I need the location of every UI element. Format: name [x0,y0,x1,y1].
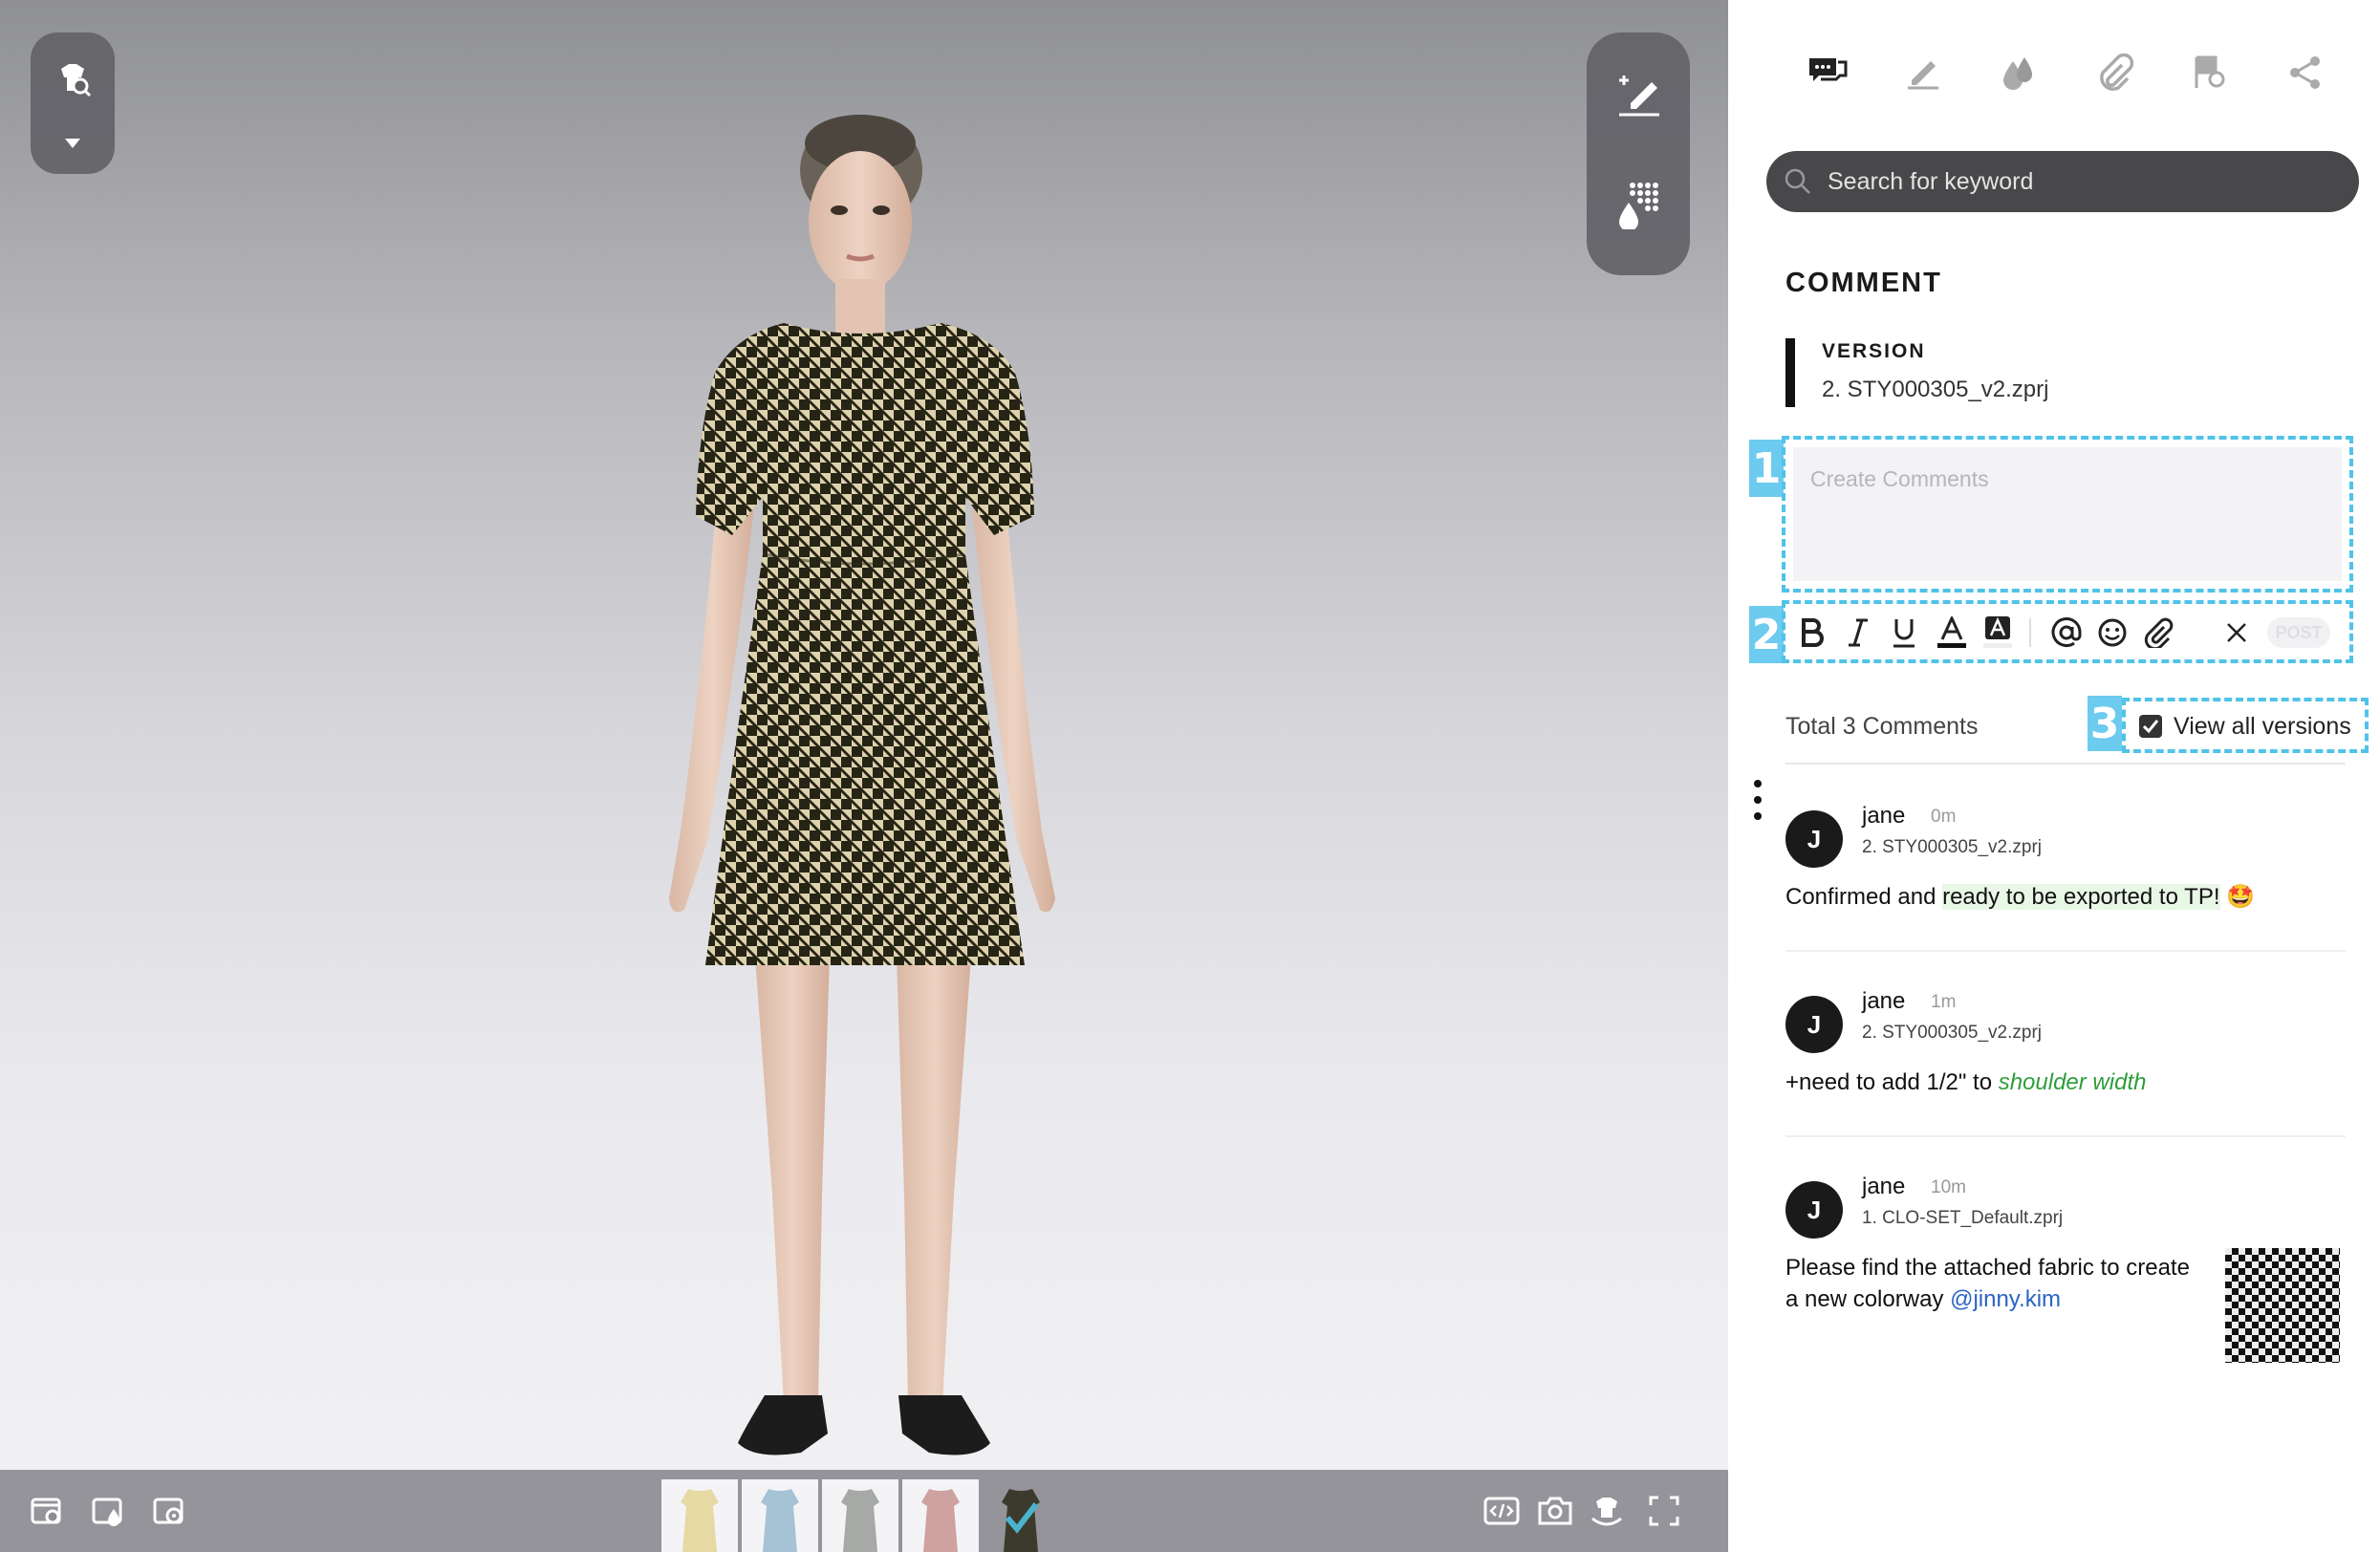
create-comment-input[interactable] [1793,447,2342,581]
colorway-swatch-4[interactable] [902,1479,979,1552]
comment-text: Confirmed and [1785,884,1943,910]
bold-icon[interactable] [1795,614,1829,652]
camera-icon[interactable] [1533,1489,1577,1533]
add-annotation-icon[interactable] [1612,67,1665,120]
fabric-view-icon[interactable] [86,1489,130,1533]
colorway-swatch-1[interactable] [661,1479,738,1552]
colorway-strip [661,1479,1059,1552]
view-all-versions-checkbox[interactable] [2139,715,2162,738]
comment-body: Please find the attached fabric to creat… [1785,1252,2206,1315]
share-icon [2290,56,2320,89]
edit-pen-icon [1908,61,1938,90]
search-icon [1785,168,1810,194]
comment-time: 0m [1931,807,1957,827]
comment-panel: COMMENT VERSION 2. STY000305_v2.zprj 1 2 [1728,0,2380,1552]
version-value: 2. STY000305_v2.zprj [1822,377,2049,402]
comment-item[interactable]: J jane 10m 1. CLO-SET_Default.zprj Pleas… [1785,1174,2349,1374]
turntable-capture-icon[interactable] [1585,1489,1629,1533]
comment-separator [1785,950,2346,952]
list-divider [1785,763,2346,765]
emoji-icon[interactable] [2095,614,2130,652]
underline-icon[interactable] [1887,614,1921,652]
comment-body: +need to add 1/2" to shoulder width [1785,1067,2146,1098]
comment-author: jane [1862,988,1906,1014]
comment-text: +need to add 1/2" to [1785,1069,1999,1095]
comment-version: 2. STY000305_v2.zprj [1862,837,2043,857]
toolbar-divider [2028,614,2032,652]
avatar-figure[interactable] [0,0,1728,1491]
comment-time: 1m [1931,992,1957,1012]
comment-item[interactable]: J jane 0m 2. STY000305_v2.zprj Confirmed… [1785,803,2349,917]
callout-marker-1: 1 [1749,440,1784,497]
colorway-swatch-3[interactable] [822,1479,898,1552]
version-info: VERSION 2. STY000305_v2.zprj [1785,338,2048,407]
tab-attachment[interactable] [2084,42,2145,103]
callout-marker-2: 2 [1749,606,1784,663]
flag-search-icon [2195,55,2225,88]
avatar: J [1785,1181,1843,1239]
tab-flag[interactable] [2179,42,2240,103]
highlight-icon[interactable] [1980,614,2015,652]
avatar-view-icon[interactable] [147,1489,191,1533]
star-struck-emoji-icon: 🤩 [2226,884,2256,910]
more-options-icon[interactable] [1747,778,1768,822]
post-button[interactable]: POST [2267,617,2330,648]
comment-body: Confirmed and ready to be exported to TP… [1785,881,2255,913]
tab-share[interactable] [2275,42,2336,103]
comment-item[interactable]: J jane 1m 2. STY000305_v2.zprj +need to … [1785,988,2349,1103]
tab-edit[interactable] [1893,42,1954,103]
fullscreen-icon[interactable] [1642,1489,1686,1533]
colorway-drops-icon [2003,57,2032,90]
attach-icon[interactable] [2141,614,2175,652]
embed-code-icon[interactable] [1480,1489,1524,1533]
comment-author: jane [1862,1174,1906,1199]
mention-icon[interactable] [2049,614,2084,652]
colorway-swatch-2[interactable] [742,1479,818,1552]
viewer-settings-icon[interactable] [25,1489,69,1533]
fabric-attachment-thumbnail[interactable] [2225,1248,2340,1363]
view-all-versions-toggle[interactable]: View all versions [2122,698,2369,753]
3d-viewer[interactable] [0,0,1728,1552]
clear-icon[interactable] [2219,614,2254,652]
callout-comment-input [1782,436,2353,593]
comment-text: Please find the attached fabric to creat… [1785,1255,2190,1281]
comment-version: 1. CLO-SET_Default.zprj [1862,1208,2064,1228]
comment-author: jane [1862,803,1906,829]
comment-separator [1785,1135,2346,1137]
comment-text: a new colorway [1785,1286,1951,1312]
caret-down-icon[interactable] [59,132,86,155]
tab-comment[interactable] [1797,42,1858,103]
garment-tool-pill [31,32,115,174]
tab-colorway[interactable] [1988,42,2049,103]
search-input[interactable] [1826,166,2342,197]
panel-heading: COMMENT [1785,268,1942,298]
comment-icon [1809,58,1848,81]
version-label: VERSION [1822,340,1926,362]
comment-time: 10m [1931,1177,1966,1197]
attachment-icon [2100,54,2133,91]
comment-format-toolbar: POST [1782,600,2353,663]
comment-highlighted-text: ready to be exported to TP! [1942,884,2220,910]
avatar: J [1785,996,1843,1053]
text-color-icon[interactable] [1935,614,1969,652]
view-all-versions-label: View all versions [2174,713,2351,740]
colorway-grid-icon[interactable] [1612,176,1665,229]
total-comments-count: Total 3 Comments [1785,713,1979,740]
garment-search-icon[interactable] [52,57,94,99]
avatar: J [1785,810,1843,868]
panel-tab-bar [1728,42,2380,103]
user-mention-link[interactable]: @jinny.kim [1950,1286,2061,1312]
colorway-swatch-5-selected[interactable] [983,1479,1059,1552]
italic-icon[interactable] [1841,614,1875,652]
annotation-tool-pill [1587,32,1690,275]
callout-marker-3: 3 [2088,696,2122,751]
comment-version: 2. STY000305_v2.zprj [1862,1023,2043,1043]
checkmark-icon [2142,720,2159,734]
keyword-search-bar[interactable] [1766,151,2359,212]
comment-green-text: shoulder width [1998,1069,2147,1095]
